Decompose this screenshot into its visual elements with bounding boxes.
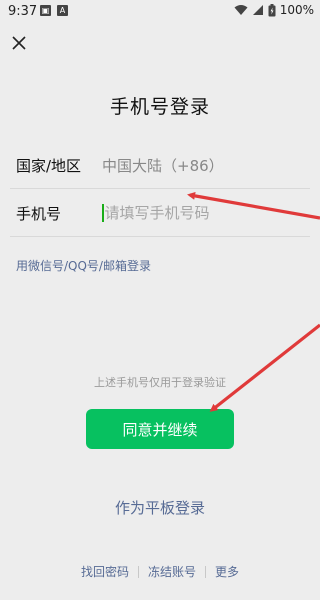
phone-row: 手机号 xyxy=(10,190,310,237)
text-cursor xyxy=(102,204,104,222)
status-right: 100% xyxy=(234,3,314,17)
footer-divider xyxy=(205,565,206,578)
phone-input[interactable] xyxy=(104,204,295,222)
close-icon xyxy=(12,36,26,50)
phone-usage-notice: 上述手机号仅用于登录验证 xyxy=(94,376,226,389)
close-button[interactable] xyxy=(8,32,30,54)
gallery-notification-icon: ▣ xyxy=(40,5,51,16)
signal-icon xyxy=(252,5,263,15)
more-link[interactable]: 更多 xyxy=(215,563,239,580)
status-time: 9:37 xyxy=(8,4,38,19)
agree-continue-button[interactable]: 同意并继续 xyxy=(86,409,234,449)
recover-password-link[interactable]: 找回密码 xyxy=(81,563,129,580)
tablet-login-link[interactable]: 作为平板登录 xyxy=(0,497,320,518)
battery-level: 100% xyxy=(279,3,314,17)
footer-divider xyxy=(137,565,139,578)
alt-login-link[interactable]: 用微信号/QQ号/邮箱登录 xyxy=(16,257,151,274)
annotation-arrow-button xyxy=(209,323,320,412)
notification-icons: ▣ A xyxy=(40,5,68,16)
app-notification-icon: A xyxy=(57,5,68,16)
region-value[interactable]: 中国大陆（+86） xyxy=(102,155,224,176)
wifi-icon xyxy=(234,5,248,15)
phone-label: 手机号 xyxy=(16,204,62,223)
page-title: 手机号登录 xyxy=(109,96,210,118)
region-selector[interactable]: 国家/地区 中国大陆（+86） xyxy=(10,142,310,189)
footer-links: 找回密码 冻结账号 更多 xyxy=(0,563,320,580)
region-label: 国家/地区 xyxy=(16,156,82,175)
freeze-account-link[interactable]: 冻结账号 xyxy=(148,563,196,580)
status-bar: 9:37 ▣ A 100% xyxy=(0,0,320,24)
battery-icon xyxy=(268,3,276,16)
